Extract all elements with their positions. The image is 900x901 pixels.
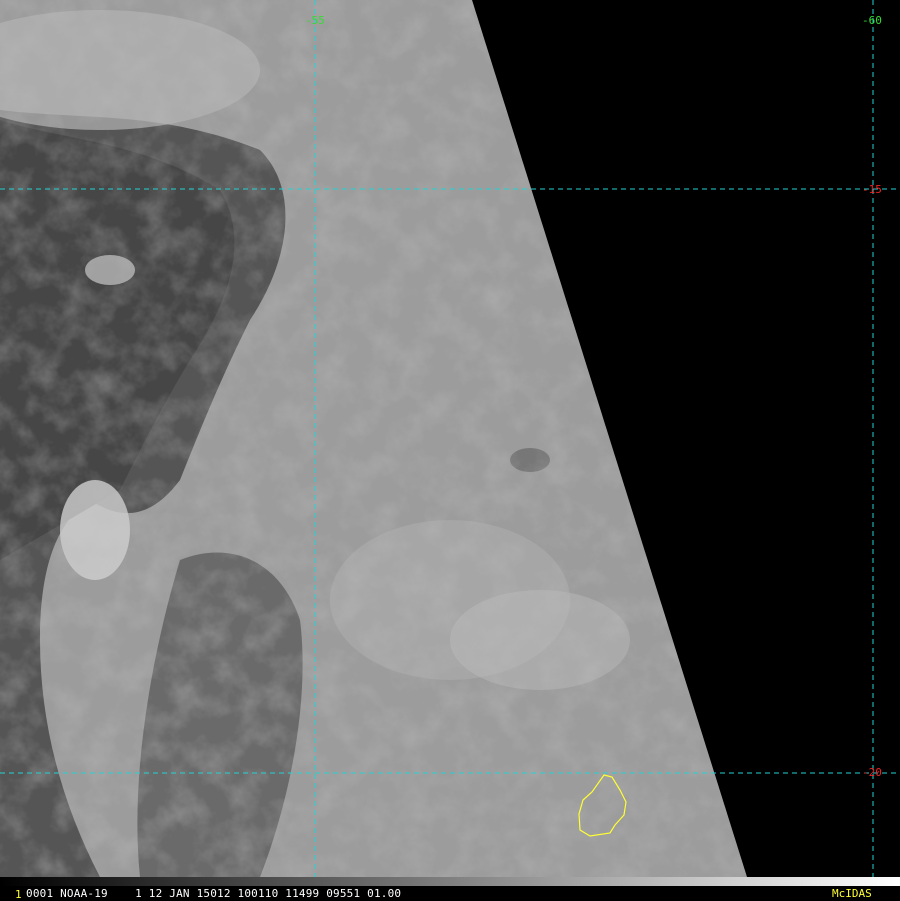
mcidas-brand: McIDAS bbox=[832, 887, 872, 900]
grayscale-bar bbox=[0, 877, 900, 886]
longitude-label: -55 bbox=[305, 14, 325, 27]
latitude-label: -20 bbox=[862, 766, 882, 779]
frame-index: 1 bbox=[15, 888, 22, 901]
latitude-label: -15 bbox=[862, 183, 882, 196]
satellite-scene bbox=[0, 0, 900, 887]
longitude-label: -60 bbox=[862, 14, 882, 27]
image-info-text: 0001 NOAA-19 1 12 JAN 15012 100110 11499… bbox=[26, 887, 402, 900]
